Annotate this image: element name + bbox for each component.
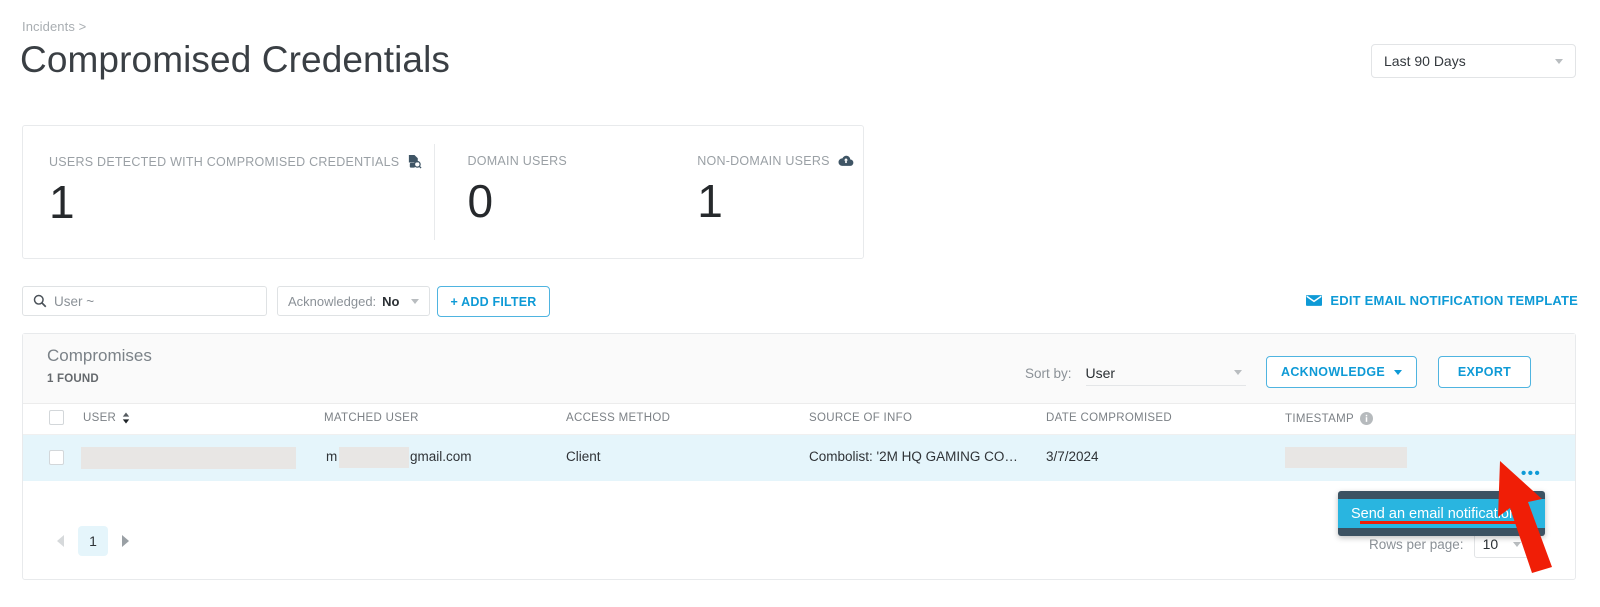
- cell-source-of-info: Combolist: '2M HQ GAMING CO…: [809, 449, 1018, 464]
- stat-label-text: DOMAIN USERS: [467, 154, 568, 168]
- search-icon: [33, 294, 47, 308]
- export-button[interactable]: EXPORT: [1438, 356, 1531, 388]
- date-range-select[interactable]: Last 90 Days: [1371, 44, 1576, 78]
- stat-label: DOMAIN USERS: [467, 154, 667, 168]
- column-header-date-compromised[interactable]: DATE COMPROMISED: [1046, 412, 1172, 424]
- row-checkbox[interactable]: [49, 450, 64, 465]
- stat-value: 1: [49, 176, 75, 228]
- table-column-headers: USER MATCHED USER ACCESS METHOD SOURCE O…: [23, 404, 1575, 435]
- stat-non-domain-users: NON-DOMAIN USERS 1: [667, 126, 863, 258]
- column-header-access-method[interactable]: ACCESS METHOD: [566, 412, 670, 424]
- stat-domain-users: DOMAIN USERS 0: [435, 126, 667, 258]
- cell-matched-user-domain: gmail.com: [410, 449, 472, 464]
- matched-user-redacted: [339, 447, 409, 468]
- previous-page-button[interactable]: [57, 535, 64, 547]
- search-input[interactable]: User ~: [22, 286, 267, 316]
- acknowledged-value: No: [382, 293, 400, 309]
- acknowledged-filter[interactable]: Acknowledged: No: [277, 286, 430, 316]
- export-label: EXPORT: [1457, 365, 1512, 379]
- compromises-table-card: Compromises 1 FOUND Sort by: User ACKNOW…: [22, 333, 1576, 580]
- stat-label: USERS DETECTED WITH COMPROMISED CREDENTI…: [49, 154, 434, 169]
- info-icon[interactable]: [1359, 412, 1373, 425]
- column-label: USER: [83, 412, 117, 424]
- pagination: 1: [57, 526, 129, 556]
- sort-by-value: User: [1085, 364, 1116, 381]
- select-all-checkbox[interactable]: [49, 410, 64, 425]
- cloud-upload-icon: [838, 155, 854, 167]
- stat-value: 1: [697, 175, 723, 227]
- page-title: Compromised Credentials: [20, 39, 451, 80]
- column-label: TIMESTAMP: [1285, 412, 1354, 425]
- user-redacted: [81, 447, 296, 469]
- table-toolbar: Compromises 1 FOUND Sort by: User ACKNOW…: [23, 334, 1575, 404]
- date-range-value: Last 90 Days: [1384, 53, 1466, 69]
- column-header-matched-user[interactable]: MATCHED USER: [324, 412, 419, 424]
- envelope-icon: [1306, 295, 1323, 306]
- stats-card: USERS DETECTED WITH COMPROMISED CREDENTI…: [22, 125, 864, 259]
- rows-per-page-label: Rows per page:: [1369, 536, 1464, 552]
- chevron-down-icon: [1394, 369, 1402, 375]
- chevron-down-icon: [1233, 370, 1242, 375]
- sort-by-select[interactable]: User: [1085, 360, 1246, 386]
- column-header-source-of-info[interactable]: SOURCE OF INFO: [809, 412, 912, 424]
- acknowledge-label: ACKNOWLEDGE: [1281, 365, 1385, 379]
- edit-template-label: EDIT EMAIL NOTIFICATION TEMPLATE: [1330, 293, 1578, 308]
- page-number-1[interactable]: 1: [78, 526, 108, 556]
- stat-label: NON-DOMAIN USERS: [697, 154, 863, 168]
- add-filter-button[interactable]: + ADD FILTER: [437, 286, 550, 317]
- sort-arrows-icon: [122, 412, 130, 424]
- acknowledged-label: Acknowledged:: [288, 293, 377, 309]
- matched-user-prefix: m: [326, 449, 338, 464]
- cell-access-method: Client: [566, 449, 601, 464]
- acknowledge-button[interactable]: ACKNOWLEDGE: [1266, 356, 1417, 388]
- edit-email-notification-template-link[interactable]: EDIT EMAIL NOTIFICATION TEMPLATE: [1306, 293, 1578, 308]
- chevron-down-icon: [411, 298, 419, 304]
- stat-label-text: NON-DOMAIN USERS: [697, 154, 830, 168]
- column-header-timestamp[interactable]: TIMESTAMP: [1285, 412, 1373, 425]
- stat-value: 0: [467, 175, 494, 227]
- next-page-button[interactable]: [122, 535, 129, 547]
- stat-users-detected: USERS DETECTED WITH COMPROMISED CREDENTI…: [23, 126, 434, 258]
- timestamp-redacted: [1285, 447, 1407, 468]
- sort-by-label: Sort by:: [1025, 365, 1072, 381]
- table-title: Compromises: [47, 346, 152, 365]
- breadcrumb[interactable]: Incidents >: [22, 19, 86, 34]
- column-header-user[interactable]: USER: [83, 412, 130, 424]
- cell-matched-user: m: [326, 449, 337, 464]
- table-found-count: 1 FOUND: [47, 373, 99, 385]
- stat-label-text: USERS DETECTED WITH COMPROMISED CREDENTI…: [49, 154, 400, 169]
- annotation-arrow: [1498, 461, 1552, 573]
- chevron-down-icon: [1555, 58, 1563, 64]
- table-row[interactable]: m gmail.com Client Combolist: '2M HQ GAM…: [23, 435, 1575, 481]
- sort-by-control: Sort by: User: [1025, 360, 1246, 386]
- cell-date-compromised: 3/7/2024: [1046, 449, 1099, 464]
- search-placeholder: User ~: [54, 293, 95, 309]
- document-search-icon: [407, 154, 422, 169]
